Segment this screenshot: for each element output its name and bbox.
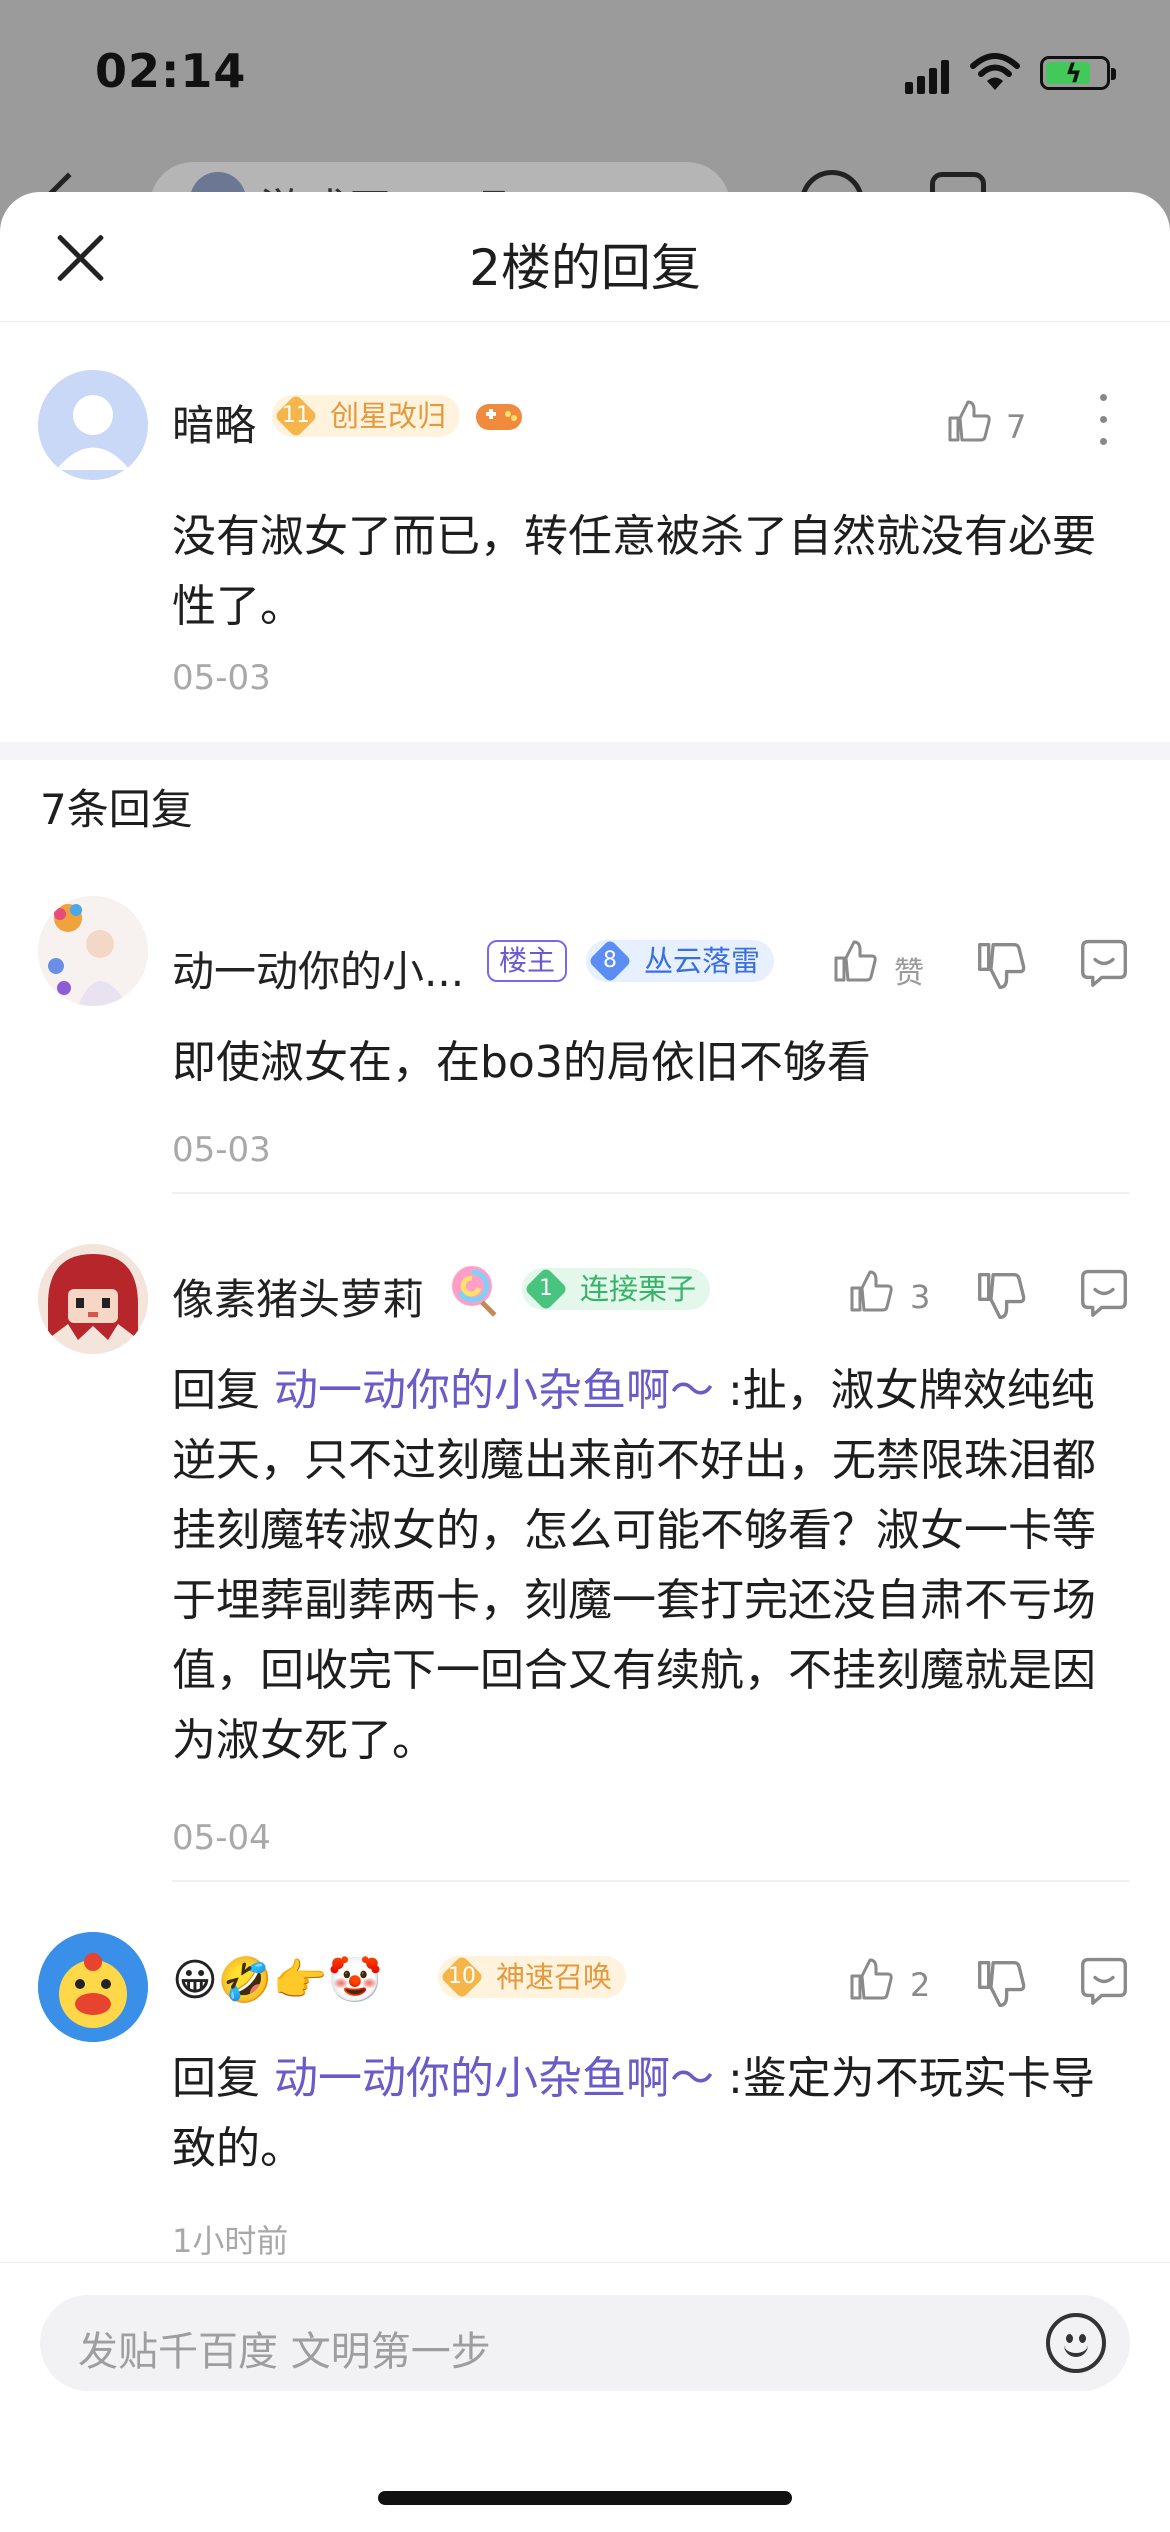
gamepad-icon	[476, 404, 522, 430]
level-title: 创星改归	[330, 399, 447, 433]
thumbs-down-icon[interactable]	[973, 1956, 1029, 2012]
level-number: 10	[448, 1964, 476, 1989]
level-badge: 1 连接栗子	[522, 1266, 711, 1312]
lollipop-icon	[452, 1266, 497, 1317]
comment-content: 没有淑女了而已，转任意被杀了自然就没有必要性了。	[172, 511, 1096, 632]
owner-tag: 楼主	[487, 940, 568, 982]
reply-prefix: 回复	[172, 2053, 274, 2104]
avatar[interactable]	[38, 1932, 148, 2042]
bottom-bar: 发贴千百度 文明第一步	[0, 2262, 1170, 2532]
reply-sheet: 2楼的回复 暗略 11 创星改归 7 没有淑女了而已，转任意被杀了自然就没有必要…	[0, 192, 1170, 2532]
username[interactable]: 动一动你的小...	[172, 938, 464, 999]
battery-icon: ϟ	[1040, 56, 1116, 90]
mention-link[interactable]: 动一动你的小杂鱼啊～	[274, 2053, 714, 2104]
more-icon[interactable]	[1093, 392, 1113, 452]
status-bar: 02:14 ϟ	[0, 0, 1170, 140]
avatar[interactable]	[38, 1244, 148, 1354]
comment-content: 回复 动一动你的小杂鱼啊～ :鉴定为不玩实卡导致的。	[172, 2044, 1122, 2184]
comment-content: 即使淑女在，在bo3的局依旧不够看	[172, 1037, 871, 1088]
level-badge: 10 神速召唤	[438, 1954, 627, 2000]
comment-date: 05-04	[172, 1818, 271, 1858]
level-title: 连接栗子	[580, 1272, 697, 1306]
like-count: 7	[1006, 408, 1027, 446]
thumbs-up-icon	[834, 940, 877, 982]
reply-input[interactable]: 发贴千百度 文明第一步	[40, 2295, 1130, 2391]
reply-prefix: 回复	[172, 1365, 274, 1416]
thumbs-up-icon	[850, 1270, 893, 1312]
avatar-image	[38, 1932, 148, 2042]
thumbs-down-icon[interactable]	[973, 1268, 1029, 1324]
sheet-header: 2楼的回复	[0, 192, 1170, 322]
comment-content: 回复 动一动你的小杂鱼啊～ :扯，淑女牌效纯纯逆天，只不过刻魔出来前不好出，无禁…	[172, 1356, 1122, 1776]
like-count: 赞	[894, 956, 924, 991]
like-count: 3	[910, 1278, 931, 1316]
divider	[172, 1880, 1130, 1882]
reply-count: 7条回复	[40, 785, 193, 834]
section-divider	[0, 742, 1170, 760]
reply-bubble-icon[interactable]	[1076, 1266, 1132, 1322]
username[interactable]: 像素猪头萝莉	[172, 1266, 424, 1327]
level-badge: 8 丛云落雷	[586, 938, 775, 984]
like-count: 2	[910, 1966, 931, 2004]
username[interactable]: 暗略	[172, 392, 256, 453]
reply-text: :扯，淑女牌效纯纯逆天，只不过刻魔出来前不好出，无禁限珠泪都挂刻魔转淑女的，怎么…	[172, 1365, 1096, 1766]
comment-date: 05-03	[172, 1130, 271, 1170]
avatar[interactable]	[38, 896, 148, 1006]
level-title: 神速召唤	[496, 1960, 613, 1994]
thumbs-up-icon	[948, 400, 991, 442]
status-time: 02:14	[95, 44, 247, 98]
avatar[interactable]	[38, 370, 148, 480]
avatar-image	[38, 1244, 148, 1354]
thumbs-down-icon[interactable]	[973, 938, 1029, 994]
level-number: 1	[539, 1276, 553, 1301]
level-number: 8	[603, 948, 617, 973]
comment-date: 05-03	[172, 658, 271, 698]
reply-bubble-icon[interactable]	[1076, 936, 1132, 992]
wifi-icon	[970, 53, 1020, 90]
mention-link[interactable]: 动一动你的小杂鱼啊～	[274, 1365, 714, 1416]
home-indicator	[378, 2491, 792, 2505]
default-avatar-icon	[56, 395, 130, 470]
level-number: 11	[282, 403, 310, 428]
sheet-title: 2楼的回复	[469, 239, 701, 297]
cellular-signal-icon	[905, 58, 951, 94]
input-placeholder: 发贴千百度 文明第一步	[78, 2329, 491, 2375]
divider	[172, 1192, 1130, 1194]
level-badge: 11 创星改归	[272, 393, 461, 439]
emoji-icon[interactable]	[1046, 2313, 1106, 2373]
comment-date: 1小时前	[172, 2222, 289, 2260]
thumbs-up-icon	[850, 1958, 893, 2000]
level-title: 丛云落雷	[644, 944, 761, 978]
reply-bubble-icon[interactable]	[1076, 1954, 1132, 2010]
avatar-image	[38, 896, 148, 1006]
username[interactable]: 😀🤣👉🤡	[172, 1954, 382, 2006]
